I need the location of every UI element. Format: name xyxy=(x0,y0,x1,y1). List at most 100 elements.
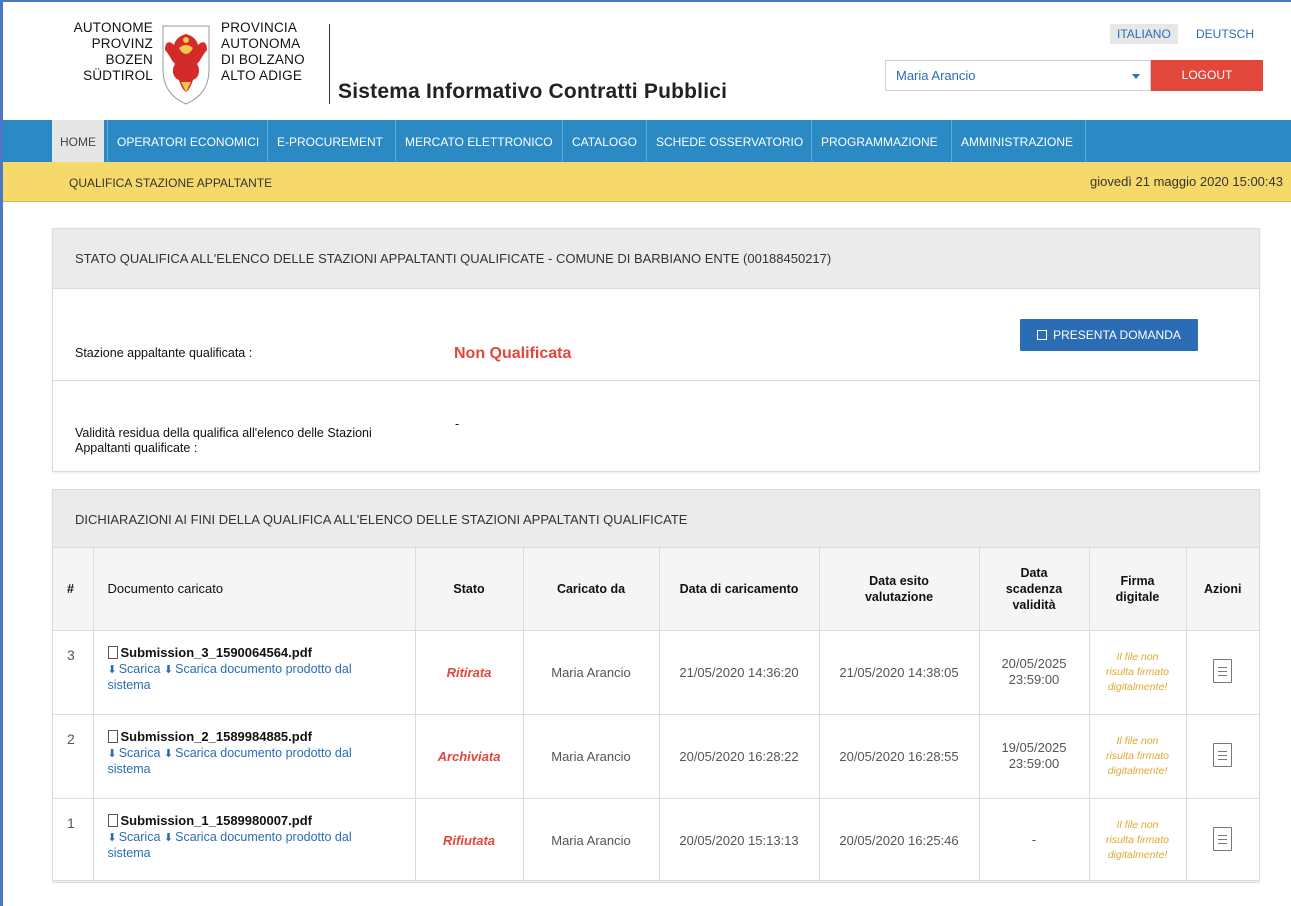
document-icon[interactable] xyxy=(1213,826,1233,851)
nav-mercato-elettronico[interactable]: MERCATO ELETTRONICO xyxy=(397,120,561,162)
logo-text-de: AUTONOME PROVINZ BOZEN SÜDTIROL xyxy=(73,20,153,83)
download-icon: ⬇ xyxy=(107,747,117,760)
validita-label: Validità residua della qualifica all'ele… xyxy=(75,426,372,455)
col-header-caricato[interactable]: Caricato da xyxy=(523,548,660,631)
status-badge: Rifiutata xyxy=(443,832,495,848)
scarica-link[interactable]: Scarica xyxy=(119,746,161,760)
nav-separator xyxy=(267,120,268,162)
current-datetime: giovedì 21 maggio 2020 15:00:43 xyxy=(1090,174,1283,189)
validita-value: - xyxy=(455,417,460,431)
row-documento: Submission_2_1589984885.pdf ⬇ Scarica ⬇ Sc… xyxy=(93,714,416,799)
scarica-prodotto-link-cont[interactable]: sistema xyxy=(108,762,151,776)
file-icon xyxy=(107,729,118,743)
col-header-data-scadenza[interactable]: Data scadenza validità xyxy=(979,548,1090,631)
scarica-prodotto-link[interactable]: Scarica documento prodotto dal xyxy=(175,830,352,844)
user-select[interactable]: Maria Arancio xyxy=(885,60,1151,91)
chevron-down-icon xyxy=(1132,74,1140,79)
row-data-esito: 20/05/2020 16:28:55 xyxy=(819,714,980,799)
file-name: Submission_2_1589984885.pdf xyxy=(120,728,313,744)
nav-separator xyxy=(646,120,647,162)
provincia-logo[interactable]: AUTONOME PROVINZ BOZEN SÜDTIROL PROVINCI… xyxy=(53,20,330,108)
system-title: Sistema Informativo Contratti Pubblici xyxy=(338,80,728,103)
scarica-link[interactable]: Scarica xyxy=(119,830,161,844)
nav-separator xyxy=(811,120,812,162)
dichiarazioni-panel: DICHIARAZIONI AI FINI DELLA QUALIFICA AL… xyxy=(52,489,1260,883)
status-badge: Ritirata xyxy=(446,664,492,680)
user-select-value: Maria Arancio xyxy=(896,68,976,83)
nav-home[interactable]: HOME xyxy=(52,120,104,162)
row-data-esito: 20/05/2020 16:25:46 xyxy=(819,798,980,883)
col-header-stato[interactable]: Stato xyxy=(415,548,524,631)
download-icon: ⬇ xyxy=(163,747,174,760)
row-caricato: Maria Arancio xyxy=(523,798,660,883)
nav-separator xyxy=(562,120,563,162)
scarica-prodotto-link-cont[interactable]: sistema xyxy=(108,678,151,692)
nav-separator xyxy=(1085,120,1086,162)
nav-amministrazione[interactable]: AMMINISTRAZIONE xyxy=(953,120,1081,162)
row-num: 2 xyxy=(53,714,94,799)
main-nav: HOME OPERATORI ECONOMICI E-PROCUREMENT M… xyxy=(3,120,1291,162)
presenta-domanda-label: PRESENTA DOMANDA xyxy=(1053,328,1181,342)
table-row: 2 Submission_2_1589984885.pdf ⬇ Scarica ⬇… xyxy=(53,714,1259,799)
row-data-scadenza: - xyxy=(979,798,1090,883)
scarica-link[interactable]: Scarica xyxy=(119,662,161,676)
lang-deutsch-link[interactable]: DEUTSCH xyxy=(1189,24,1261,44)
row-data-esito: 21/05/2020 14:38:05 xyxy=(819,630,980,715)
row-stato: Ritirata xyxy=(415,630,524,715)
file-icon xyxy=(107,645,118,659)
row-num: 1 xyxy=(53,798,94,883)
file-icon xyxy=(107,813,118,827)
section-bar: QUALIFICA STAZIONE APPALTANTE giovedì 21… xyxy=(3,162,1291,202)
nav-catalogo[interactable]: CATALOGO xyxy=(564,120,645,162)
row-num: 3 xyxy=(53,630,94,715)
download-icon: ⬇ xyxy=(163,663,174,676)
logout-button[interactable]: LOGOUT xyxy=(1151,60,1263,91)
lang-italiano-link[interactable]: ITALIANO xyxy=(1110,24,1178,44)
nav-operatori-economici[interactable]: OPERATORI ECONOMICI xyxy=(109,120,267,162)
edit-icon xyxy=(1037,330,1048,340)
col-header-documento[interactable]: Documento caricato xyxy=(93,548,416,631)
nav-schede-osservatorio[interactable]: SCHEDE OSSERVATORIO xyxy=(648,120,811,162)
status-badge: Archiviata xyxy=(437,748,501,764)
qualificata-label: Stazione appaltante qualificata : xyxy=(75,346,253,360)
nav-e-procurement[interactable]: E-PROCUREMENT xyxy=(269,120,391,162)
nav-programmazione[interactable]: PROGRAMMAZIONE xyxy=(813,120,946,162)
document-icon[interactable] xyxy=(1213,658,1233,683)
scarica-prodotto-link[interactable]: Scarica documento prodotto dal xyxy=(175,746,352,760)
table-header-row: # Documento caricato Stato Caricato da D… xyxy=(53,548,1259,631)
table-row: 3 Submission_3_1590064564.pdf ⬇ Scarica ⬇… xyxy=(53,630,1259,715)
eagle-crest-icon xyxy=(162,25,210,105)
row-azioni xyxy=(1186,714,1259,799)
row-azioni xyxy=(1186,798,1259,883)
row-azioni xyxy=(1186,630,1259,715)
col-header-data-caricamento[interactable]: Data di caricamento xyxy=(659,548,820,631)
row-data-caricamento: 21/05/2020 14:36:20 xyxy=(659,630,820,715)
scarica-prodotto-link[interactable]: Scarica documento prodotto dal xyxy=(175,662,352,676)
logo-text-it: PROVINCIA AUTONOMA DI BOLZANO ALTO ADIGE xyxy=(221,20,305,83)
qualificata-value: Non Qualificata xyxy=(454,345,572,362)
file-name: Submission_3_1590064564.pdf xyxy=(120,644,313,660)
row-firma: Il file non risulta firmato digitalmente! xyxy=(1089,630,1187,715)
row-data-caricamento: 20/05/2020 16:28:22 xyxy=(659,714,820,799)
dichiarazioni-panel-title: DICHIARAZIONI AI FINI DELLA QUALIFICA AL… xyxy=(53,490,1259,548)
row-data-caricamento: 20/05/2020 15:13:13 xyxy=(659,798,820,883)
row-data-scadenza: 20/05/2025 23:59:00 xyxy=(979,630,1090,715)
header: AUTONOME PROVINZ BOZEN SÜDTIROL PROVINCI… xyxy=(3,2,1291,120)
row-caricato: Maria Arancio xyxy=(523,630,660,715)
nav-separator xyxy=(107,120,108,162)
row-caricato: Maria Arancio xyxy=(523,714,660,799)
row-stato: Rifiutata xyxy=(415,798,524,883)
presenta-domanda-button[interactable]: PRESENTA DOMANDA xyxy=(1020,319,1198,351)
download-icon: ⬇ xyxy=(163,831,174,844)
row-firma: Il file non risulta firmato digitalmente! xyxy=(1089,714,1187,799)
col-header-data-esito[interactable]: Data esito valutazione xyxy=(819,548,980,631)
nav-separator xyxy=(395,120,396,162)
row-data-scadenza: 19/05/2025 23:59:00 xyxy=(979,714,1090,799)
scarica-prodotto-link-cont[interactable]: sistema xyxy=(108,846,151,860)
divider xyxy=(53,380,1259,381)
col-header-firma[interactable]: Firma digitale xyxy=(1089,548,1187,631)
table-row: 1 Submission_1_1589980007.pdf ⬇ Scarica ⬇… xyxy=(53,798,1259,883)
document-icon[interactable] xyxy=(1213,742,1233,767)
stato-qualifica-panel: STATO QUALIFICA ALL'ELENCO DELLE STAZION… xyxy=(52,228,1260,472)
section-title: QUALIFICA STAZIONE APPALTANTE xyxy=(69,176,273,190)
